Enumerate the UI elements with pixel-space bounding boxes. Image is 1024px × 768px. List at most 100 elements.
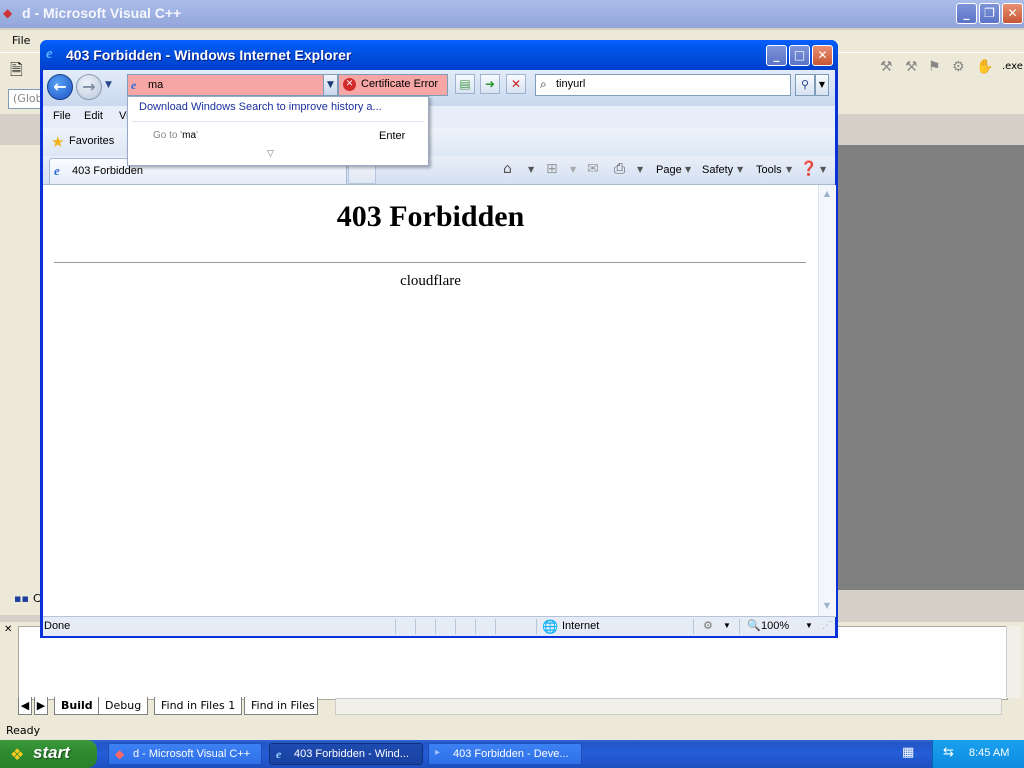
feeds-icon[interactable]: ⊞ (546, 161, 558, 177)
page-icon: e (131, 78, 137, 92)
enter-hint: Enter (379, 130, 406, 142)
scroll-up-icon[interactable]: ▲ (820, 187, 834, 201)
scroll-down-icon[interactable]: ▼ (820, 599, 834, 613)
stop-icon[interactable]: ✕ (506, 74, 526, 94)
start-button[interactable]: ❖ start (0, 740, 97, 768)
class-view-icon[interactable]: ▪▪ (14, 592, 29, 605)
page-menu-button[interactable]: Page (656, 164, 682, 176)
system-tray: ⇆ 8:45 AM (932, 740, 1024, 768)
vc-output-hscrollbar[interactable] (335, 698, 1002, 715)
tab-scroll-right-icon[interactable]: ▶ (34, 697, 48, 715)
language-bar-icon[interactable]: ▦ (902, 745, 914, 760)
clock[interactable]: 8:45 AM (969, 747, 1009, 759)
zoom-icon[interactable]: 🔍 (747, 619, 761, 632)
compile-icon[interactable]: ⚒ (905, 59, 918, 75)
new-file-icon[interactable]: 🗎 (10, 59, 23, 86)
internet-zone-globe-icon: 🌐 (542, 619, 559, 634)
go-arrow-icon[interactable]: ➜ (480, 74, 500, 94)
taskbar-item-devtools[interactable]: ▸ 403 Forbidden - Deve... (428, 743, 582, 765)
resize-grip-icon[interactable]: ⋰ (822, 620, 832, 631)
server-name: cloudflare (400, 273, 461, 289)
tab-scroll-left-icon[interactable]: ◀ (18, 697, 32, 715)
vc-close-button[interactable]: ✕ (1002, 3, 1023, 24)
breakpoint-icon[interactable]: ✋ (976, 59, 993, 75)
address-dropdown-button[interactable]: ▼ (323, 74, 338, 96)
safety-menu-button[interactable]: Safety (702, 164, 733, 176)
go-to-suggestion[interactable]: Go to 'ma' (153, 130, 198, 141)
page-heading: 403 Forbidden (336, 200, 525, 233)
network-icon[interactable]: ⇆ (943, 745, 954, 760)
go-to-suffix: ' (196, 130, 198, 141)
menu-file[interactable]: File (53, 110, 71, 122)
tools-menu-button[interactable]: Tools (756, 164, 782, 176)
help-chevron-icon[interactable]: ▼ (820, 165, 826, 174)
page-vertical-scrollbar[interactable]: ▲ ▼ (818, 185, 836, 617)
mail-icon[interactable]: ✉ (587, 161, 599, 177)
build-icon[interactable]: ⚒ (880, 59, 893, 75)
compatibility-view-icon[interactable]: ▤ (455, 74, 475, 94)
print-chevron-icon[interactable]: ▼ (637, 165, 643, 174)
vc-status-text: Ready (6, 724, 41, 737)
search-icon: ⌕ (540, 77, 547, 91)
stop-build-icon[interactable]: ⚑ (928, 59, 941, 75)
feeds-chevron-icon[interactable]: ▼ (570, 165, 576, 174)
print-icon[interactable]: ⎙ (614, 161, 625, 177)
forward-button[interactable]: → (76, 74, 102, 100)
address-bar[interactable]: e (127, 74, 349, 96)
status-divider (415, 619, 416, 634)
tab-debug[interactable]: Debug (98, 697, 149, 715)
status-divider (395, 619, 396, 634)
execute-icon[interactable]: .exe (1002, 61, 1023, 72)
windows-flag-icon: ❖ (10, 745, 25, 764)
tab-page-icon: e (54, 163, 60, 178)
recent-pages-chevron-icon[interactable]: ▼ (105, 80, 117, 92)
back-button[interactable]: ← (47, 74, 73, 100)
developer-tools-icon: ▸ (435, 747, 441, 758)
tab-label: 403 Forbidden (72, 165, 143, 177)
expand-chevron-icon[interactable]: ▽ (267, 149, 274, 159)
vc-maximize-button[interactable]: ❐ (979, 3, 1000, 24)
go-to-prefix: Go to ' (153, 130, 183, 141)
certificate-error-button[interactable]: ✕ Certificate Error (338, 74, 448, 96)
protected-mode-icon[interactable]: ⚙ (703, 619, 713, 632)
tab-find-in-files-1[interactable]: Find in Files 1 (154, 697, 243, 715)
vc-output-scrollbar[interactable] (1006, 626, 1021, 698)
favorites-star-icon[interactable]: ★ (51, 133, 64, 151)
vc-output-tabs: ◀ ▶ Build Debug Find in Files 1 Find in … (18, 697, 373, 715)
output-close-icon[interactable]: ✕ (4, 624, 12, 635)
zoom-chevron-icon[interactable]: ▼ (805, 621, 813, 630)
favorites-button[interactable]: Favorites (69, 135, 114, 147)
ie-close-button[interactable]: ✕ (812, 45, 833, 66)
menu-edit[interactable]: Edit (84, 110, 103, 122)
zoom-level[interactable]: 100% (761, 620, 789, 632)
page-chevron-icon[interactable]: ▼ (685, 165, 691, 174)
tab-build[interactable]: Build (54, 697, 100, 715)
vc-minimize-button[interactable]: _ (956, 3, 977, 24)
vc-window-title: d - Microsoft Visual C++ (22, 5, 182, 21)
search-box[interactable]: ⌕ (535, 74, 791, 96)
download-windows-search-link[interactable]: Download Windows Search to improve histo… (139, 101, 382, 113)
address-input[interactable] (148, 77, 323, 93)
taskbar-item-ie[interactable]: e 403 Forbidden - Wind... (269, 743, 423, 765)
vc-menu-file[interactable]: File (12, 34, 30, 47)
home-chevron-icon[interactable]: ▼ (528, 165, 534, 174)
tools-chevron-icon[interactable]: ▼ (786, 165, 792, 174)
ie-title-bar: e 403 Forbidden - Windows Internet Explo… (40, 40, 838, 70)
help-icon[interactable]: ❓ (800, 161, 817, 177)
taskbar-item-visual-cpp[interactable]: ◆ d - Microsoft Visual C++ (108, 743, 262, 765)
search-input[interactable] (556, 78, 756, 90)
ie-minimize-button[interactable]: _ (766, 45, 787, 66)
safety-chevron-icon[interactable]: ▼ (737, 165, 743, 174)
home-icon[interactable]: ⌂ (503, 161, 512, 177)
ie-maximize-button[interactable]: □ (789, 45, 810, 66)
tab-find-in-files-2[interactable]: Find in Files 2 (244, 697, 318, 715)
ie-icon: e (276, 747, 282, 761)
protected-mode-chevron-icon[interactable]: ▼ (723, 621, 731, 630)
vc-editor-area (838, 145, 1024, 590)
go-to-value: ma (182, 130, 197, 141)
search-button[interactable]: ⚲ (795, 74, 815, 96)
security-zone-label: Internet (562, 620, 600, 632)
vc-app-icon: ◆ (3, 6, 13, 20)
search-options-chevron-icon[interactable]: ▼ (815, 74, 829, 96)
go-icon[interactable]: ⚙ (952, 59, 965, 75)
